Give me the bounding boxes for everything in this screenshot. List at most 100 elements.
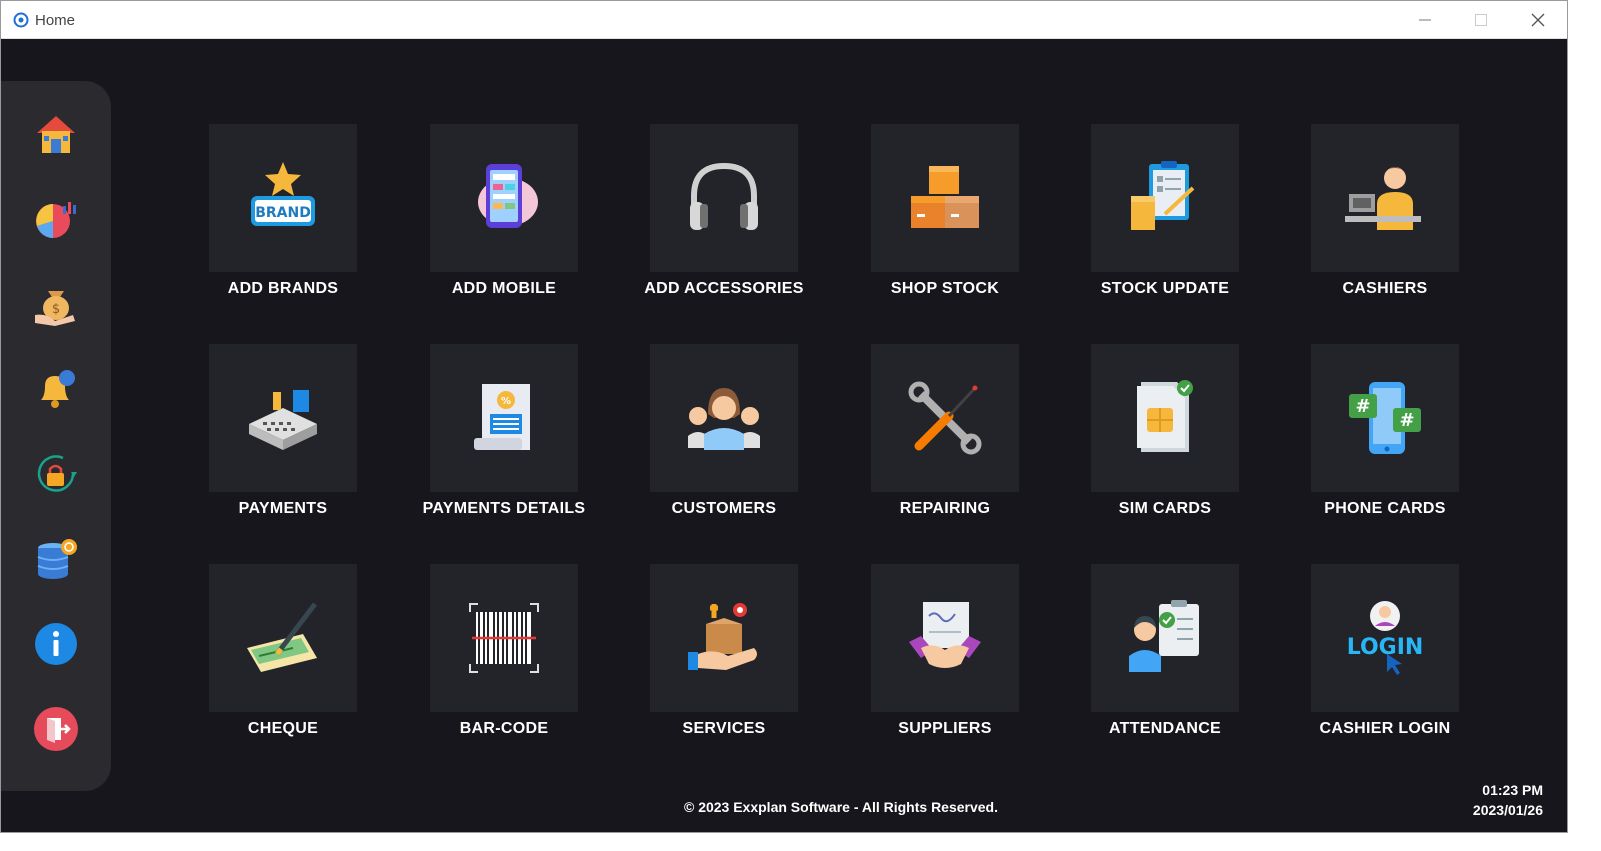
tile-label: CASHIERS xyxy=(1342,280,1428,297)
sidebar-item-home[interactable] xyxy=(31,109,81,159)
tile-box xyxy=(1091,344,1239,492)
minimize-icon xyxy=(1419,19,1431,21)
svg-text:$: $ xyxy=(52,302,60,317)
sidebar-item-finance[interactable]: $ xyxy=(31,279,81,329)
sidebar-item-security[interactable] xyxy=(31,449,81,499)
tile-label: ADD ACCESSORIES xyxy=(644,280,804,297)
title-bar: Home xyxy=(1,1,1567,39)
main-content: $ BRAND ADD BRANDS ADD MOBILE ADD ACCESS… xyxy=(1,39,1567,832)
home-icon xyxy=(37,116,75,153)
cheque-pen-icon xyxy=(247,602,317,672)
tile-box xyxy=(430,564,578,712)
close-icon xyxy=(1531,13,1545,27)
tile-cashier-login[interactable]: LOGIN CASHIER LOGIN xyxy=(1285,564,1485,744)
tile-box xyxy=(871,564,1019,712)
tile-label: CASHIER LOGIN xyxy=(1319,720,1451,737)
tile-label: PHONE CARDS xyxy=(1324,500,1446,517)
sim-card-icon xyxy=(1137,380,1193,452)
notification-bell-icon xyxy=(41,370,75,408)
tile-box: % xyxy=(430,344,578,492)
sidebar-item-notifications[interactable] xyxy=(31,364,81,414)
tile-label: ADD MOBILE xyxy=(451,280,557,297)
tile-label: STOCK UPDATE xyxy=(1100,280,1230,297)
tile-cheque[interactable]: CHEQUE xyxy=(183,564,383,744)
barcode-icon xyxy=(469,603,539,673)
tile-box xyxy=(209,344,357,492)
tile-label: SHOP STOCK xyxy=(890,280,1000,297)
tile-add-brands[interactable]: BRAND ADD BRANDS xyxy=(183,124,383,304)
sidebar-item-backup[interactable] xyxy=(31,534,81,584)
tile-add-accessories[interactable]: ADD ACCESSORIES xyxy=(624,124,824,304)
clock: 01:23 PM 2023/01/26 xyxy=(1473,780,1543,820)
pie-chart-icon xyxy=(36,202,76,238)
tile-label: SERVICES xyxy=(682,720,766,737)
tile-box xyxy=(1091,124,1239,272)
cash-register-icon xyxy=(249,390,317,450)
tile-suppliers[interactable]: SUPPLIERS xyxy=(845,564,1045,744)
tile-label: PAYMENTS DETAILS xyxy=(422,500,586,517)
tile-services[interactable]: SERVICES xyxy=(624,564,824,744)
tile-sim-cards[interactable]: SIM CARDS xyxy=(1065,344,1265,524)
boxes-icon xyxy=(911,166,979,228)
tile-attendance[interactable]: ATTENDANCE xyxy=(1065,564,1265,744)
tile-customers[interactable]: CUSTOMERS xyxy=(624,344,824,524)
tile-label: BAR-CODE xyxy=(459,720,549,737)
tile-box xyxy=(1091,564,1239,712)
tile-label: SIM CARDS xyxy=(1118,500,1212,517)
maximize-button[interactable] xyxy=(1453,1,1509,39)
tile-box: # # xyxy=(1311,344,1459,492)
minimize-button[interactable] xyxy=(1397,1,1453,39)
wrench-screwdriver-icon xyxy=(908,381,982,455)
sidebar: $ xyxy=(1,81,111,791)
login-icon: LOGIN xyxy=(1347,601,1424,675)
svg-text:BRAND: BRAND xyxy=(255,205,311,221)
copyright-footer: © 2023 Exxplan Software - All Rights Res… xyxy=(683,799,998,815)
receipt-icon: % xyxy=(474,384,530,450)
tile-label: CHEQUE xyxy=(247,720,319,737)
app-logo-icon xyxy=(13,12,29,28)
tile-payments[interactable]: PAYMENTS xyxy=(183,344,383,524)
cashier-icon xyxy=(1345,167,1421,230)
clipboard-boxes-icon xyxy=(1131,161,1195,230)
tile-cashiers[interactable]: CASHIERS xyxy=(1285,124,1485,304)
tile-label: ADD BRANDS xyxy=(227,280,339,297)
attendance-icon xyxy=(1129,600,1199,672)
tile-phone-cards[interactable]: # # PHONE CARDS xyxy=(1285,344,1485,524)
tile-box: BRAND xyxy=(209,124,357,272)
tile-box xyxy=(209,564,357,712)
sidebar-item-exit[interactable] xyxy=(31,704,81,754)
tile-box xyxy=(871,124,1019,272)
window-title: Home xyxy=(35,12,76,29)
app-window: Home $ BRAND ADD BRANDS ADD MOBILE ADD A… xyxy=(0,0,1568,833)
close-button[interactable] xyxy=(1510,1,1566,39)
database-icon xyxy=(37,539,77,579)
phone-hash-icon: # # xyxy=(1349,382,1421,454)
tile-box xyxy=(650,344,798,492)
tile-stock-update[interactable]: STOCK UPDATE xyxy=(1065,124,1265,304)
exit-icon xyxy=(34,707,78,751)
tile-add-mobile[interactable]: ADD MOBILE xyxy=(404,124,604,304)
svg-text:#: # xyxy=(1355,396,1370,417)
lock-refresh-icon xyxy=(37,455,77,492)
tile-payments-details[interactable]: % PAYMENTS DETAILS xyxy=(404,344,604,524)
tile-repairing[interactable]: REPAIRING xyxy=(845,344,1045,524)
tile-shop-stock[interactable]: SHOP STOCK xyxy=(845,124,1045,304)
info-icon xyxy=(35,623,77,665)
mobile-phone-icon xyxy=(478,164,538,228)
tile-box: LOGIN xyxy=(1311,564,1459,712)
svg-text:LOGIN: LOGIN xyxy=(1347,635,1424,660)
sidebar-item-reports[interactable] xyxy=(31,194,81,244)
clock-time: 01:23 PM xyxy=(1482,782,1543,798)
headphones-icon xyxy=(690,162,758,230)
tile-label: PAYMENTS xyxy=(238,500,328,517)
tile-bar-code[interactable]: BAR-CODE xyxy=(404,564,604,744)
clock-date: 2023/01/26 xyxy=(1472,802,1543,818)
svg-text:#: # xyxy=(1399,410,1414,431)
brand-star-icon: BRAND xyxy=(251,162,315,226)
handshake-icon xyxy=(909,602,981,668)
tile-box xyxy=(1311,124,1459,272)
tile-box xyxy=(430,124,578,272)
maximize-icon xyxy=(1475,14,1487,26)
customers-group-icon xyxy=(688,388,760,450)
sidebar-item-about[interactable] xyxy=(31,619,81,669)
